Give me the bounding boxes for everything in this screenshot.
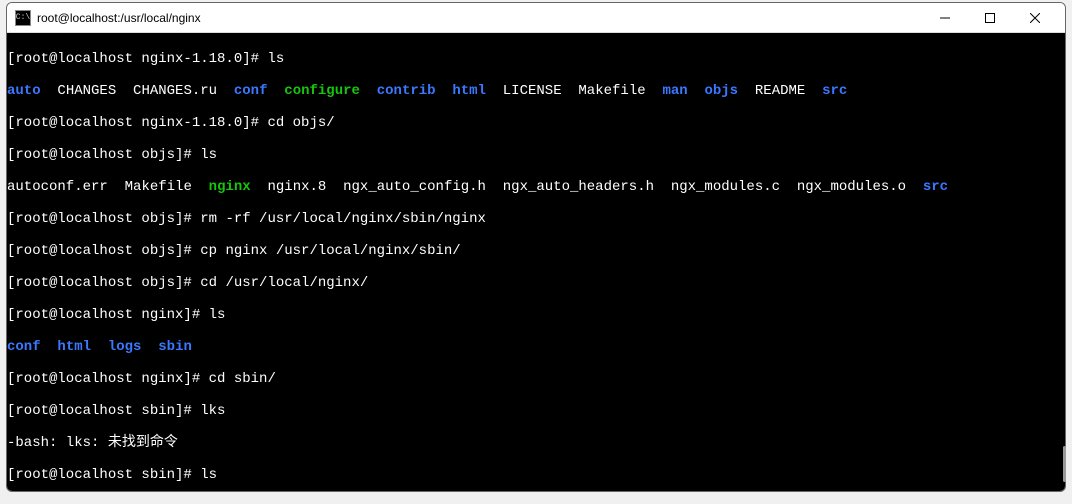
titlebar: C:\ root@localhost:/usr/local/nginx [7, 3, 1065, 33]
close-button[interactable] [1012, 3, 1057, 33]
dir-entry: sbin [158, 339, 192, 355]
prompt: [root@localhost objs]# [7, 147, 200, 163]
terminal-output[interactable]: [root@localhost nginx-1.18.0]# ls auto C… [7, 33, 1065, 491]
window-controls [922, 3, 1057, 33]
dir-entry: logs [108, 339, 142, 355]
dir-entry: conf [7, 339, 41, 355]
prompt: [root@localhost nginx]# [7, 371, 209, 387]
prompt: [root@localhost sbin]# [7, 467, 200, 483]
minimize-button[interactable] [922, 3, 967, 33]
file-entry: CHANGES [57, 83, 116, 99]
error-text: -bash: lks: 未找到命令 [7, 435, 178, 451]
exec-entry: nginx [209, 179, 251, 195]
dir-entry: src [822, 83, 847, 99]
file-entry: README [755, 83, 805, 99]
command-text: cd objs/ [267, 115, 334, 131]
command-text: ls [200, 467, 217, 483]
dir-entry: html [57, 339, 91, 355]
dir-entry: src [923, 179, 948, 195]
window-title: root@localhost:/usr/local/nginx [37, 11, 201, 25]
command-text: cd sbin/ [209, 371, 276, 387]
command-text: cp nginx /usr/local/nginx/sbin/ [200, 243, 460, 259]
file-entry: ngx_modules.c [671, 179, 780, 195]
dir-entry: html [452, 83, 486, 99]
command-text: ls [267, 51, 284, 67]
command-text: ls [200, 147, 217, 163]
file-entry: LICENSE [503, 83, 562, 99]
command-text: cd /usr/local/nginx/ [200, 275, 368, 291]
exec-entry: configure [284, 83, 360, 99]
maximize-button[interactable] [967, 3, 1012, 33]
dir-entry: objs [704, 83, 738, 99]
file-entry: CHANGES.ru [133, 83, 217, 99]
dir-entry: contrib [377, 83, 436, 99]
file-entry: ngx_modules.o [797, 179, 906, 195]
file-entry: Makefile [578, 83, 645, 99]
command-text: ls [209, 307, 226, 323]
prompt: [root@localhost nginx]# [7, 307, 209, 323]
scrollbar-thumb[interactable] [1063, 446, 1066, 482]
prompt: [root@localhost objs]# [7, 243, 200, 259]
prompt: [root@localhost objs]# [7, 211, 200, 227]
command-text: lks [200, 403, 225, 419]
dir-entry: auto [7, 83, 41, 99]
cmd-icon: C:\ [15, 10, 31, 26]
prompt: [root@localhost sbin]# [7, 403, 200, 419]
prompt: [root@localhost nginx-1.18.0]# [7, 115, 267, 131]
file-entry: Makefile [125, 179, 192, 195]
file-entry: ngx_auto_headers.h [503, 179, 654, 195]
prompt: [root@localhost nginx-1.18.0]# [7, 51, 267, 67]
dir-entry: conf [234, 83, 268, 99]
file-entry: nginx.8 [268, 179, 327, 195]
prompt: [root@localhost objs]# [7, 275, 200, 291]
file-entry: autoconf.err [7, 179, 108, 195]
terminal-window: C:\ root@localhost:/usr/local/nginx [roo… [6, 2, 1066, 492]
file-entry: ngx_auto_config.h [343, 179, 486, 195]
dir-entry: man [662, 83, 687, 99]
command-text: rm -rf /usr/local/nginx/sbin/nginx [200, 211, 486, 227]
